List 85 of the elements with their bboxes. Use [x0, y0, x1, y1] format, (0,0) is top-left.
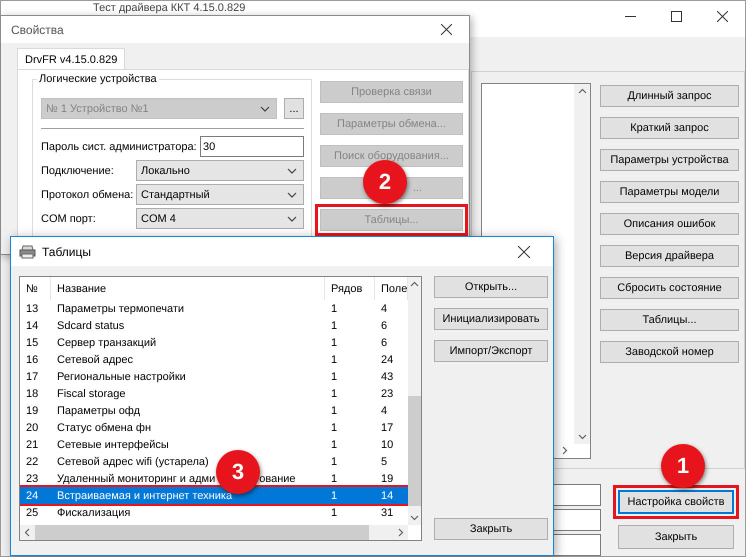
table-cell-text: 1 [330, 370, 338, 382]
table-cell: Параметры термопечати [57, 302, 184, 314]
dropdown[interactable]: COM 4 [136, 208, 304, 229]
table-cell-text: 31 [380, 506, 394, 518]
table-cell-text: 43 [380, 370, 394, 382]
column-header[interactable]: Название [51, 277, 325, 300]
table-cell: Удаленный мониторинг и адми [57, 472, 216, 484]
table-cell-text: 24 [25, 490, 40, 502]
field-label: Подключение: [41, 164, 114, 176]
table-cell-text: 6 [380, 320, 388, 332]
table-cell-text: 17 [380, 422, 394, 434]
table-cell: Сетевой адрес wifi (устарела) [57, 456, 209, 468]
table-cell-text: 23 [380, 388, 394, 400]
browse-button[interactable]: ... [284, 98, 304, 119]
table-cell-text: 1 [330, 320, 338, 332]
close-button[interactable]: Закрыть [434, 518, 548, 540]
dropdown[interactable]: Локально [136, 160, 304, 181]
action-button[interactable]: Длинный запрос [600, 85, 739, 107]
table-cell: Fiscal storage [57, 388, 126, 400]
action-button[interactable]: Сбросить состояние [600, 277, 739, 299]
table-cell-text: 20 [25, 422, 40, 434]
dialog-title: Таблицы [42, 244, 92, 258]
field-label: Пароль сист. администратора: [41, 140, 197, 152]
group-label: Логические устройства [37, 73, 159, 85]
field-label: COM порт: [41, 212, 96, 224]
table-cell: ование [259, 472, 296, 484]
field-label: Протокол обмена: [41, 188, 134, 200]
action-button[interactable]: Краткий запрос [600, 117, 739, 139]
table-cell: Сервер транзакций [57, 336, 156, 348]
settings-button[interactable]: Настройка свойств [618, 490, 734, 514]
close-button[interactable]: Закрыть [618, 525, 734, 549]
table-cell-text: 5 [380, 456, 388, 468]
table-cell-text: 4 [380, 302, 388, 314]
table-cell-text: 6 [380, 336, 388, 348]
action-button[interactable]: Заводской номер [600, 341, 739, 363]
action-button[interactable]: Описания ошибок [600, 213, 739, 235]
table-cell-text: 14 [380, 490, 394, 502]
table-cell: Сетевые интерфейсы [57, 438, 169, 450]
action-button[interactable]: Таблицы... [600, 309, 739, 331]
table-cell-text: 21 [25, 438, 40, 450]
table-cell-text: 1 [330, 490, 338, 502]
action-button[interactable]: Параметры устройства [600, 149, 739, 171]
selected-row[interactable]: 24 Встраиваемая и интернет техника 1 14 [20, 487, 408, 504]
window-title: Тест драйвера ККТ 4.15.0.829 [93, 2, 246, 14]
table-cell-text: 1 [330, 388, 338, 400]
table-cell-text: 1 [330, 438, 338, 450]
table-cell-text: 1 [330, 506, 338, 518]
table-cell: Сетевой адрес [57, 354, 134, 366]
table-cell-text: 4 [380, 404, 388, 416]
table-cell: Параметры офд [57, 404, 140, 416]
table-cell: Фискализация [57, 506, 130, 518]
action-button[interactable]: Параметры модели [600, 181, 739, 203]
table-cell-text: 16 [25, 354, 40, 366]
table-cell-text: 13 [25, 302, 40, 314]
column-header[interactable]: Рядов [325, 277, 375, 300]
table-cell-text: 1 [330, 422, 338, 434]
action-button[interactable]: Версия драйвера [600, 245, 739, 267]
column-header[interactable]: № [20, 277, 51, 300]
table-cell-text: 1 [330, 472, 338, 484]
table-cell-text: 19 [380, 472, 394, 484]
table-cell: Sdcard status [57, 320, 124, 332]
action-button[interactable]: Импорт/Экспорт [434, 340, 548, 362]
action-button[interactable]: Инициализировать [434, 308, 548, 330]
table-cell-text: 18 [25, 388, 40, 400]
table-cell-text: 19 [25, 404, 40, 416]
table-cell-text: 24 [380, 354, 394, 366]
action-button[interactable]: Открыть... [434, 276, 548, 298]
dialog-title: Свойства [11, 22, 64, 36]
table-cell-text: 1 [330, 404, 338, 416]
dropdown[interactable]: Стандартный [136, 184, 304, 205]
table-cell-text: 15 [25, 336, 40, 348]
table-cell-text: 23 [25, 472, 40, 484]
table-cell-text: 25 [25, 506, 40, 518]
table-cell-text: 1 [330, 456, 338, 468]
table-cell-text: 1 [330, 354, 338, 366]
password-field[interactable]: 30 [200, 136, 304, 157]
table-cell-text: 17 [25, 370, 40, 382]
table-cell-text: 22 [25, 456, 40, 468]
table-cell-text: 10 [380, 438, 394, 450]
table-cell-text: 14 [25, 320, 40, 332]
table-cell-text: 1 [330, 302, 338, 314]
tab[interactable]: DrvFR v4.15.0.829 [17, 48, 126, 70]
table-cell: Статус обмена фн [57, 422, 152, 434]
table-cell: Региональные настройки [57, 370, 186, 382]
table-cell-text: 1 [330, 336, 338, 348]
